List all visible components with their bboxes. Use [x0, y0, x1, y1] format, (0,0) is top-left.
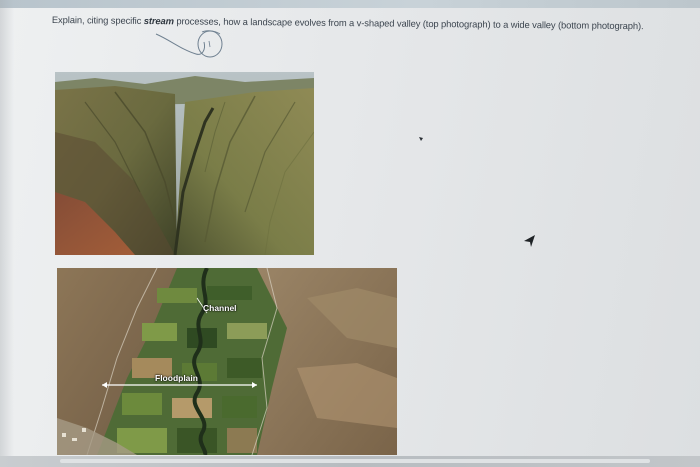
scrollbar-track[interactable] [60, 459, 650, 463]
wide-valley-image [57, 268, 397, 455]
question-prefix: Explain, citing specific [51, 14, 144, 26]
bottom-scrollbar[interactable] [0, 456, 700, 467]
question-text: Explain, citing specific stream processe… [52, 14, 692, 32]
mouse-pointer-icon [524, 235, 535, 247]
screen-speck [419, 137, 423, 141]
wide-valley-photo: Channel Floodplain [57, 268, 397, 455]
left-edge-shadow [0, 0, 14, 467]
channel-label: Channel [203, 303, 237, 313]
v-shaped-valley-photo [55, 72, 314, 255]
floodplain-label: Floodplain [155, 373, 198, 383]
screen: Explain, citing specific stream processe… [0, 0, 700, 467]
window-top-band [0, 0, 700, 8]
pen-scribble-icon [155, 30, 223, 58]
v-shaped-valley-image [55, 72, 314, 255]
